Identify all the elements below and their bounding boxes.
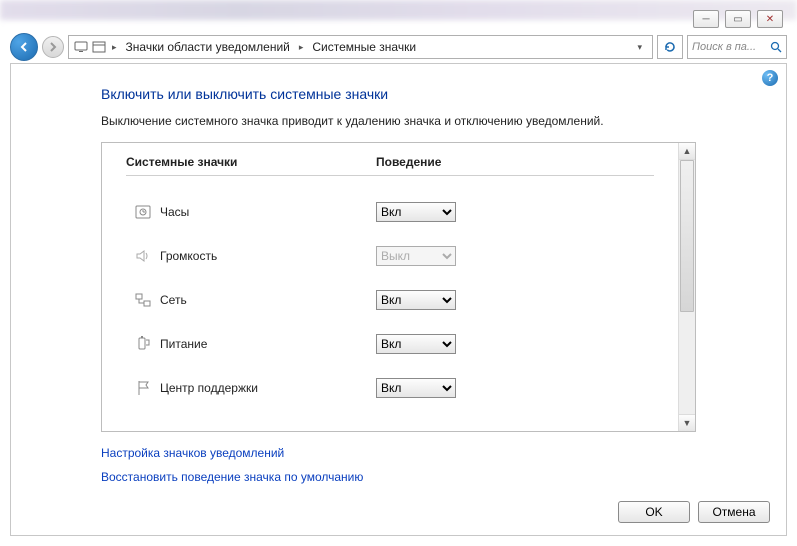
search-input[interactable]: Поиск в па... [687, 35, 787, 59]
behavior-select-network[interactable]: Вкл [376, 290, 456, 310]
search-icon [770, 41, 782, 53]
power-icon [126, 335, 160, 353]
breadcrumb-sep-icon: ▸ [109, 42, 120, 53]
behavior-select-action-center[interactable]: Вкл [376, 378, 456, 398]
scrollbar[interactable]: ▲ ▼ [678, 143, 695, 431]
row-label-network: Сеть [160, 293, 376, 307]
address-bar: ▸ Значки области уведомлений ▸ Системные… [10, 33, 787, 61]
page-title: Включить или выключить системные значки [101, 86, 696, 102]
column-behavior: Поведение [376, 155, 441, 169]
breadcrumb-dropdown-icon[interactable]: ▾ [631, 42, 648, 53]
close-button[interactable]: ✕ [757, 10, 783, 28]
network-icon [126, 291, 160, 309]
behavior-select-clock[interactable]: Вкл [376, 202, 456, 222]
background-blur [0, 0, 797, 20]
table-row: Часы Вкл [126, 190, 654, 234]
content-panel: ? Включить или выключить системные значк… [10, 63, 787, 536]
behavior-select-power[interactable]: Вкл [376, 334, 456, 354]
column-headers: Системные значки Поведение [126, 155, 654, 176]
icons-table: Системные значки Поведение Часы Вкл [101, 142, 696, 432]
arrow-right-icon [48, 42, 58, 52]
clock-icon [126, 203, 160, 221]
breadcrumb[interactable]: ▸ Значки области уведомлений ▸ Системные… [68, 35, 653, 59]
link-customize-notification-icons[interactable]: Настройка значков уведомлений [101, 446, 696, 460]
window-controls: ─ ▭ ✕ [693, 10, 783, 28]
column-system-icons: Системные значки [126, 155, 376, 169]
table-row: Громкость Выкл [126, 234, 654, 278]
ok-button[interactable]: OK [618, 501, 690, 523]
breadcrumb-item-notification-icons[interactable]: Значки области уведомлений [122, 38, 294, 56]
scroll-thumb[interactable] [680, 160, 694, 312]
refresh-button[interactable] [657, 35, 683, 59]
monitor-icon [73, 39, 89, 55]
help-icon[interactable]: ? [762, 70, 778, 86]
restore-button[interactable]: ▭ [725, 10, 751, 28]
dialog-buttons: OK Отмена [618, 501, 770, 523]
refresh-icon [663, 40, 677, 54]
row-label-clock: Часы [160, 205, 376, 219]
arrow-left-icon [18, 41, 30, 53]
page-description: Выключение системного значка приводит к … [101, 114, 696, 128]
nav-back-button[interactable] [10, 33, 38, 61]
scroll-down-icon[interactable]: ▼ [679, 414, 695, 431]
row-label-action-center: Центр поддержки [160, 381, 376, 395]
scroll-track[interactable] [679, 160, 695, 414]
nav-forward-button[interactable] [42, 36, 64, 58]
table-row: Питание Вкл [126, 322, 654, 366]
flag-icon [126, 379, 160, 397]
cancel-button[interactable]: Отмена [698, 501, 770, 523]
row-label-volume: Громкость [160, 249, 376, 263]
behavior-select-volume: Выкл [376, 246, 456, 266]
table-row: Центр поддержки Вкл [126, 366, 654, 410]
link-restore-defaults[interactable]: Восстановить поведение значка по умолчан… [101, 470, 696, 484]
minimize-button[interactable]: ─ [693, 10, 719, 28]
search-placeholder: Поиск в па... [692, 41, 756, 53]
volume-icon [126, 247, 160, 265]
breadcrumb-item-system-icons[interactable]: Системные значки [308, 38, 420, 56]
links-section: Настройка значков уведомлений Восстанови… [101, 446, 696, 484]
tray-icon [91, 39, 107, 55]
breadcrumb-sep-icon: ▸ [296, 42, 307, 53]
table-row: Сеть Вкл [126, 278, 654, 322]
row-label-power: Питание [160, 337, 376, 351]
scroll-up-icon[interactable]: ▲ [679, 143, 695, 160]
